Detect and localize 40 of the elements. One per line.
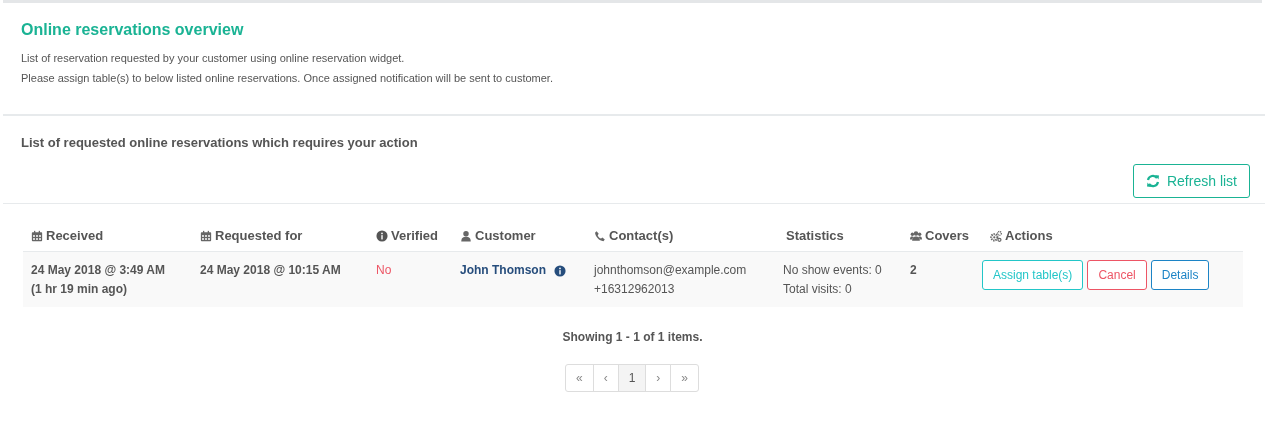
column-header: Covers xyxy=(925,228,970,243)
column-header: Received xyxy=(46,228,104,243)
table-cell-text: No show events: 0 xyxy=(783,262,883,279)
users-icon xyxy=(910,229,922,242)
calendar-icon xyxy=(31,229,43,242)
table-cell-text: 24 May 2018 @ 3:49 AM xyxy=(31,262,166,279)
description-text: Please assign table(s) to below listed online reservations. Once assigned notification will be sent to customer. xyxy=(21,72,554,84)
refresh-icon xyxy=(1145,174,1160,188)
column-header: Contact(s) xyxy=(609,228,674,243)
section-title: List of requested online reservations which requires your action xyxy=(21,135,419,150)
table-cell: 24 May 2018 @ 10:15 AM xyxy=(200,263,341,277)
details-button[interactable]: Details xyxy=(1150,260,1210,290)
phone-icon xyxy=(594,229,606,242)
verified-status: No xyxy=(376,263,392,277)
calendar-icon xyxy=(200,229,212,242)
column-header: Verified xyxy=(391,228,438,243)
table-cell: 2 xyxy=(910,263,917,277)
table-cell-text: johnthomson@example.com xyxy=(594,262,748,279)
assign-button[interactable]: Assign table(s) xyxy=(982,260,1084,290)
column-header: Customer xyxy=(475,228,536,243)
table-cell-text: (1 hr 19 min ago) xyxy=(31,281,129,298)
table-cell-text: +16312962013 xyxy=(594,281,676,298)
user-icon xyxy=(460,229,472,242)
refresh-button[interactable]: Refresh list xyxy=(1132,164,1250,198)
page-title: Online reservations overview xyxy=(21,21,245,39)
column-header: Requested for xyxy=(215,228,303,243)
summary-text: Showing 1 - 1 of 1 items. xyxy=(561,330,704,344)
description-text: List of reservation requested by your customer using online reservation widget. xyxy=(21,52,406,64)
page-button[interactable]: « xyxy=(564,364,594,392)
table-cell-text: Total visits: 0 xyxy=(783,281,853,298)
cancel-button[interactable]: Cancel xyxy=(1087,260,1147,290)
column-header: Statistics xyxy=(786,228,844,243)
gears-icon xyxy=(990,229,1002,242)
info-icon xyxy=(376,229,388,242)
column-header: Actions xyxy=(1005,228,1053,243)
page-button[interactable]: ‹ xyxy=(592,364,619,392)
info-icon[interactable] xyxy=(554,264,566,277)
page-button[interactable]: » xyxy=(670,364,700,392)
page-button[interactable]: › xyxy=(645,364,672,392)
customer-name[interactable]: John Thomson xyxy=(460,261,546,280)
